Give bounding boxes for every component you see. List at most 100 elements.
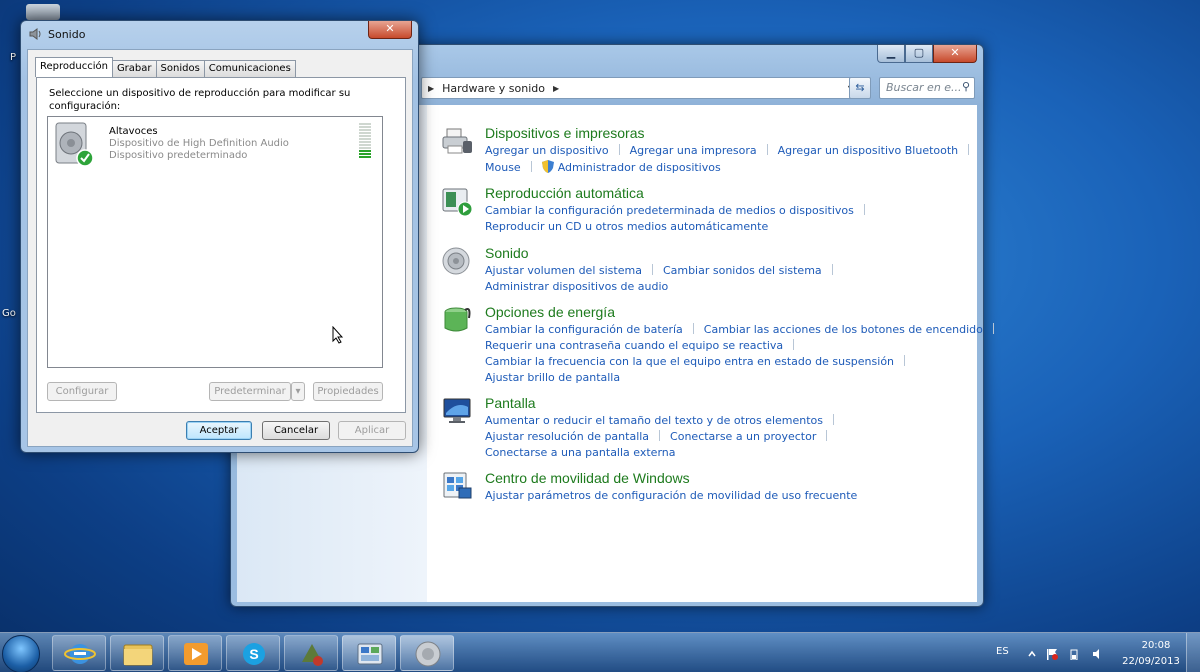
category-links-row: Ajustar brillo de pantalla xyxy=(485,371,620,384)
link-sleep-frequency[interactable]: Cambiar la frecuencia con la que el equi… xyxy=(485,355,894,368)
search-icon[interactable]: ⚲ xyxy=(962,80,970,93)
instruction-text: Seleccione un dispositivo de reproducció… xyxy=(49,88,351,112)
set-default-button[interactable]: Predeterminar xyxy=(209,382,291,401)
level-bar xyxy=(359,135,371,137)
level-bar xyxy=(359,126,371,128)
category-title[interactable]: Opciones de energía xyxy=(485,304,615,320)
tab-recording[interactable]: Grabar xyxy=(111,60,157,77)
control-panel-button[interactable] xyxy=(342,635,396,671)
file-explorer-button[interactable] xyxy=(110,635,164,671)
sound-icon xyxy=(415,641,441,667)
link-device-manager[interactable]: Administrador de dispositivos xyxy=(558,161,721,174)
link-text-size[interactable]: Aumentar o reducir el tamaño del texto y… xyxy=(485,414,823,427)
maximize-button[interactable]: ▢ xyxy=(905,45,933,63)
ok-button[interactable]: Aceptar xyxy=(186,421,252,440)
category-title[interactable]: Dispositivos e impresoras xyxy=(485,125,645,141)
playback-panel: Seleccione un dispositivo de reproducció… xyxy=(36,77,406,413)
link-add-device[interactable]: Agregar un dispositivo xyxy=(485,144,609,157)
tab-playback[interactable]: Reproducción xyxy=(35,57,113,77)
link-adjust-volume[interactable]: Ajustar volumen del sistema xyxy=(485,264,642,277)
refresh-button[interactable]: ⇆ xyxy=(849,77,871,99)
admin-shield-icon xyxy=(541,160,554,173)
properties-button[interactable]: Propiedades xyxy=(313,382,383,401)
link-screen-brightness[interactable]: Ajustar brillo de pantalla xyxy=(485,371,620,384)
link-mobility-settings[interactable]: Ajustar parámetros de configuración de m… xyxy=(485,489,857,502)
link-manage-audio-devices[interactable]: Administrar dispositivos de audio xyxy=(485,280,668,293)
category-links-row: Requerir una contraseña cuando el equipo… xyxy=(485,339,804,352)
category-links-row: Cambiar la frecuencia con la que el equi… xyxy=(485,355,915,368)
category-title[interactable]: Reproducción automática xyxy=(485,185,644,201)
breadcrumb-hardware-sound[interactable]: Hardware y sonido xyxy=(442,82,545,95)
apply-button[interactable]: Aplicar xyxy=(338,421,406,440)
link-add-bluetooth-device[interactable]: Agregar un dispositivo Bluetooth xyxy=(778,144,959,157)
level-bar xyxy=(359,150,371,152)
category-links-row: Agregar un dispositivo Agregar una impres… xyxy=(485,144,979,157)
category-links-row: Cambiar la configuración de batería Cambi… xyxy=(485,323,1004,336)
close-button[interactable]: ✕ xyxy=(368,21,412,39)
link-power-button-actions[interactable]: Cambiar las acciones de los botones de e… xyxy=(704,323,983,336)
tab-communications[interactable]: Comunicaciones xyxy=(203,60,296,77)
device-name: Altavoces xyxy=(109,126,158,137)
category-links-row: Ajustar resolución de pantalla Conectarse… xyxy=(485,430,837,443)
link-require-password[interactable]: Requerir una contraseña cuando el equipo… xyxy=(485,339,783,352)
dialog-body: Reproducción Grabar Sonidos Comunicacion… xyxy=(27,49,413,447)
sound-button[interactable] xyxy=(400,635,454,671)
mobility-center-icon xyxy=(443,472,472,499)
tab-sounds[interactable]: Sonidos xyxy=(155,60,205,77)
app-button[interactable] xyxy=(284,635,338,671)
chevron-up-icon[interactable] xyxy=(1026,648,1038,660)
close-button[interactable]: ✕ xyxy=(933,45,977,63)
link-battery-settings[interactable]: Cambiar la configuración de batería xyxy=(485,323,683,336)
link-add-printer[interactable]: Agregar una impresora xyxy=(630,144,757,157)
recycle-bin-icon[interactable] xyxy=(26,4,60,20)
link-mouse[interactable]: Mouse xyxy=(485,161,521,174)
link-play-cd-automatically[interactable]: Reproducir un CD u otros medios automáti… xyxy=(485,220,768,233)
mouse-cursor-icon xyxy=(332,326,344,344)
cancel-button[interactable]: Cancelar xyxy=(262,421,330,440)
volume-level-meter xyxy=(359,123,371,159)
minimize-button[interactable]: ▁ xyxy=(877,45,905,63)
clock-time[interactable]: 20:08 xyxy=(1134,640,1178,651)
volume-icon[interactable] xyxy=(1092,648,1104,660)
window-controls: ▁ ▢ ✕ xyxy=(877,45,977,63)
speaker-icon xyxy=(29,28,41,40)
category-links-row: Cambiar la configuración predeterminada … xyxy=(485,204,875,217)
breadcrumb-arrow-icon[interactable]: ▶ xyxy=(553,84,559,93)
display-icon xyxy=(443,398,471,423)
link-change-default-media[interactable]: Cambiar la configuración predeterminada … xyxy=(485,204,854,217)
language-indicator[interactable]: ES xyxy=(996,646,1009,657)
link-connect-projector[interactable]: Conectarse a un proyector xyxy=(670,430,816,443)
skype-button[interactable]: S xyxy=(226,635,280,671)
category-title[interactable]: Pantalla xyxy=(485,395,536,411)
device-status: Dispositivo predeterminado xyxy=(109,150,248,161)
printer-icon xyxy=(442,128,472,154)
skype-icon: S xyxy=(243,643,265,665)
category-title[interactable]: Sonido xyxy=(485,245,529,261)
search-placeholder: Buscar en e... xyxy=(886,81,962,94)
search-input[interactable]: Buscar en e... ⚲ xyxy=(879,77,975,99)
desktop-label-1: P xyxy=(10,52,17,63)
category-title[interactable]: Centro de movilidad de Windows xyxy=(485,470,690,486)
show-desktop-button[interactable] xyxy=(1186,633,1200,672)
clock-date[interactable]: 22/09/2013 xyxy=(1120,656,1182,667)
sound-dialog: Sonido ✕ Reproducción Grabar Sonidos Com… xyxy=(20,20,419,453)
level-bar xyxy=(359,147,371,149)
link-external-display[interactable]: Conectarse a una pantalla externa xyxy=(485,446,676,459)
speaker-device-icon xyxy=(55,122,94,167)
category-links-row: Ajustar volumen del sistema Cambiar sonid… xyxy=(485,264,843,277)
internet-explorer-button[interactable] xyxy=(52,635,106,671)
media-player-button[interactable] xyxy=(168,635,222,671)
start-button[interactable] xyxy=(2,635,40,672)
level-bar xyxy=(359,123,371,125)
battery-icon[interactable] xyxy=(1068,648,1080,661)
chevron-down-icon[interactable]: ▾ xyxy=(291,382,305,401)
configure-button[interactable]: Configurar xyxy=(47,382,117,401)
action-center-flag-icon[interactable] xyxy=(1046,648,1058,660)
address-bar[interactable]: ▶ Hardware y sonido ▶ ▼ xyxy=(421,77,861,99)
speaker-icon xyxy=(442,247,470,275)
link-screen-resolution[interactable]: Ajustar resolución de pantalla xyxy=(485,430,649,443)
level-bar xyxy=(359,144,371,146)
category-links-row: Conectarse a una pantalla externa xyxy=(485,446,676,459)
internet-explorer-icon xyxy=(64,644,96,664)
link-change-system-sounds[interactable]: Cambiar sonidos del sistema xyxy=(663,264,822,277)
